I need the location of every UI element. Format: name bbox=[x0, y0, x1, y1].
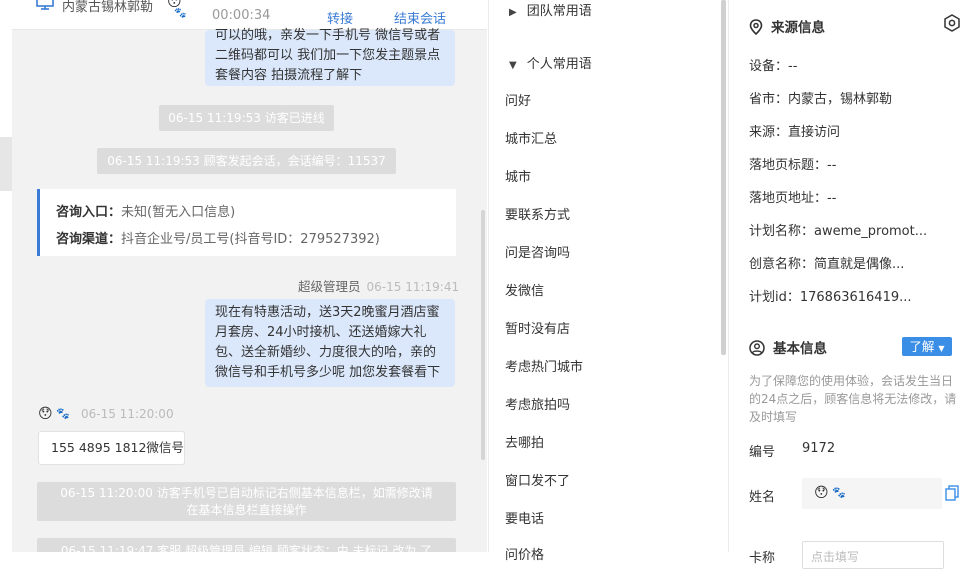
visitor-paw-icon: 🐾 bbox=[56, 407, 70, 420]
sys-line: 在基本信息栏直接操作 bbox=[186, 503, 307, 517]
target-locate-icon[interactable] bbox=[943, 14, 961, 36]
msg-line: 可以的哦，亲发一下手机号 微信号或者 bbox=[215, 28, 441, 43]
province-field: 省市：内蒙古，锡林郭勒 bbox=[749, 92, 893, 107]
nickname-input[interactable]: 点击填写 bbox=[802, 541, 944, 569]
consult-channel-row: 咨询渠道：抖音企业号/员工号(抖音号ID：279527392) bbox=[56, 228, 380, 247]
system-auto-mark: 06-15 11:20:00 访客手机号已自动标记右侧基本信息栏，如需修改请 在… bbox=[37, 482, 456, 521]
device-field: 设备：-- bbox=[749, 59, 798, 74]
plan-name-field: 计划名称：aweme_promot... bbox=[749, 224, 928, 239]
landing-url-field: 落地页地址：-- bbox=[749, 191, 837, 206]
edge-shade bbox=[0, 137, 12, 191]
phrase-group-team[interactable]: ▶ 团队常用语 bbox=[509, 0, 592, 19]
id-value: 9172 bbox=[802, 441, 836, 456]
agent-message-offer: 现在有特惠活动，送3天2晚蜜月酒店蜜 月套房、24小时接机、还送婚嫁大礼 包、送… bbox=[205, 299, 455, 387]
phrase-item[interactable]: 考虑热门城市 bbox=[505, 356, 583, 375]
transfer-button[interactable]: 转接 bbox=[327, 8, 353, 27]
monitor-icon bbox=[36, 0, 54, 14]
copy-icon[interactable] bbox=[945, 485, 959, 505]
phrase-item[interactable]: 城市汇总 bbox=[505, 128, 557, 147]
name-field[interactable]: 😯 🐾 bbox=[802, 478, 942, 509]
agent-name: 超级管理员 bbox=[298, 279, 361, 294]
agent-message-meta: 超级管理员 06-15 11:19:41 bbox=[298, 276, 459, 295]
learn-more-button[interactable]: 了解 ▼ bbox=[902, 337, 952, 356]
info-panel: 来源信息 设备：-- 省市：内蒙古，锡林郭勒 来源：直接访问 落地页标题：-- … bbox=[728, 0, 975, 569]
msg-line: 现在有特惠活动，送3天2晚蜜月酒店蜜 bbox=[215, 305, 440, 320]
msg-line: 包、送全新婚纱、力度很大的哈，亲的 bbox=[215, 345, 437, 360]
left-edge-strip bbox=[0, 0, 12, 552]
phrase-item[interactable]: 窗口发不了 bbox=[505, 470, 570, 489]
sys-line: 06-15 11:20:00 访客手机号已自动标记右侧基本信息栏，如需修改请 bbox=[60, 486, 433, 500]
consult-entry-row: 咨询入口：未知(暂无入口信息) bbox=[56, 201, 235, 220]
msg-line: 二维码都可以 我们加一下您发主题景点 bbox=[215, 48, 441, 63]
phrase-group-team-label: 团队常用语 bbox=[526, 4, 592, 19]
source-field: 来源：直接访问 bbox=[749, 125, 841, 140]
system-session-started: 06-15 11:19:53 顾客发起会话，会话编号：11537 bbox=[97, 148, 396, 174]
phrase-item[interactable]: 问价格 bbox=[505, 544, 544, 563]
phrase-item[interactable]: 暂时没有店 bbox=[505, 318, 570, 337]
creative-name-field: 创意名称：简直就是偶像... bbox=[749, 257, 905, 272]
basic-info-title: 基本信息 bbox=[773, 341, 827, 357]
end-session-button[interactable]: 结束会话 bbox=[394, 8, 446, 27]
user-circle-icon bbox=[749, 340, 765, 356]
consult-entry-label: 咨询入口： bbox=[56, 205, 122, 220]
system-visitor-entered: 06-15 11:19:53 访客已进线 bbox=[159, 105, 334, 131]
landing-title-field: 落地页标题：-- bbox=[749, 158, 837, 173]
phrase-item[interactable]: 要联系方式 bbox=[505, 204, 570, 223]
consult-entry-value: 未知(暂无入口信息) bbox=[121, 205, 236, 220]
phrases-scrollbar[interactable] bbox=[721, 0, 726, 355]
phrase-item[interactable]: 问好 bbox=[505, 90, 531, 109]
name-paw-icon: 🐾 bbox=[832, 486, 846, 499]
phrase-item[interactable]: 去哪拍 bbox=[505, 432, 544, 451]
plan-id-field: 计划id：176863616419... bbox=[749, 290, 912, 305]
next-field-label: 卡称 bbox=[749, 551, 776, 566]
source-info-header: 来源信息 bbox=[749, 16, 825, 36]
msg-line: 月套房、24小时接机、还送婚嫁大礼 bbox=[215, 325, 427, 340]
consult-channel-label: 咨询渠道： bbox=[56, 232, 122, 247]
name-label: 姓名 bbox=[749, 490, 776, 505]
agent-message-top: 可以的哦，亲发一下手机号 微信号或者 二维码都可以 我们加一下您发主题景点 套餐… bbox=[205, 28, 455, 86]
msg-line: 套餐内容 拍摄流程了解下 bbox=[215, 68, 363, 83]
paw-icon: 🐾 bbox=[174, 8, 187, 19]
msg-line: 微信号和手机号多少呢 加您发套餐看下 bbox=[215, 365, 441, 380]
location-pin-icon bbox=[749, 19, 763, 36]
phrase-group-personal[interactable]: ▼ 个人常用语 bbox=[509, 53, 592, 72]
phrase-item[interactable]: 考虑旅拍吗 bbox=[505, 394, 570, 413]
source-info-title: 来源信息 bbox=[771, 20, 825, 36]
phrase-group-personal-label: 个人常用语 bbox=[526, 57, 592, 72]
consult-channel-value: 抖音企业号/员工号(抖音号ID：279527392) bbox=[121, 232, 380, 247]
visitor-time: 06-15 11:20:00 bbox=[81, 407, 174, 421]
system-status-change: 06-15 11:19:47 客服 超级管理员 编辑 顾客状态：由 未标记 改为… bbox=[37, 538, 456, 552]
basic-info-header: 基本信息 bbox=[749, 337, 827, 357]
agent-time: 06-15 11:19:41 bbox=[366, 280, 460, 294]
session-duration: 00:00:34 bbox=[212, 8, 271, 23]
phrase-item[interactable]: 问是咨询吗 bbox=[505, 242, 570, 261]
chat-panel: 内蒙古锡林郭勒 😯 🐾 00:00:34 转接 结束会话 可以的哦，亲发一下手机… bbox=[12, 0, 487, 552]
phrases-panel: ▶ 团队常用语 ▼ 个人常用语 问好 城市汇总 城市 要联系方式 问是咨询吗 发微信… bbox=[488, 0, 728, 563]
visitor-region-title: 内蒙古锡林郭勒 bbox=[62, 0, 154, 15]
notice-text: 为了保障您的使用体验，会话发生当日的24点之后，顾客信息将无法修改，请及时填写 bbox=[749, 374, 957, 424]
caret-down-icon: ▼ bbox=[509, 60, 517, 71]
phrase-item[interactable]: 发微信 bbox=[505, 280, 544, 299]
id-label: 编号 bbox=[749, 445, 776, 460]
consult-info-card: 咨询入口：未知(暂无入口信息) 咨询渠道：抖音企业号/员工号(抖音号ID：279… bbox=[37, 189, 456, 256]
chat-scrollbar[interactable] bbox=[481, 210, 485, 460]
caret-right-icon: ▶ bbox=[509, 7, 517, 18]
visitor-message: 155 4895 1812微信号 bbox=[38, 431, 185, 465]
phrase-item[interactable]: 城市 bbox=[505, 166, 531, 185]
caret-down-icon: ▼ bbox=[938, 344, 945, 353]
name-emoji-icon: 😯 bbox=[814, 485, 829, 501]
learn-more-label: 了解 bbox=[909, 339, 935, 354]
phrase-item[interactable]: 要电话 bbox=[505, 508, 544, 527]
visitor-emoji-icon: 😯 bbox=[38, 406, 53, 422]
